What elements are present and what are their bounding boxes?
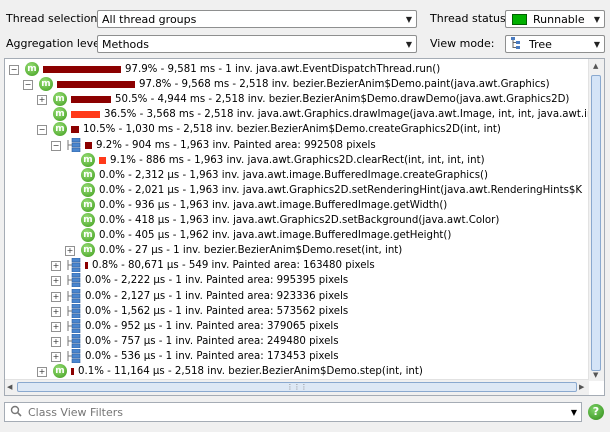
chevron-down-icon: ▼ (405, 14, 413, 24)
tree-row-text: 0.0% - 536 µs - 1 inv. Painted area: 173… (85, 350, 339, 362)
telemetry-node-icon (67, 318, 81, 333)
scroll-right-icon[interactable]: ▶ (579, 383, 584, 391)
method-icon: m (81, 182, 95, 197)
tree-row-text: 0.0% - 936 µs - 1,963 inv. java.awt.imag… (99, 199, 448, 211)
telemetry-node-icon (67, 303, 81, 318)
tree-view-icon (511, 36, 523, 52)
method-icon: m (53, 92, 67, 107)
method-icon: m (39, 77, 53, 92)
scroll-left-icon[interactable]: ◀ (7, 383, 12, 391)
call-tree[interactable]: − m 97.9% - 9,581 ms - 1 inv. java.awt.Eve… (4, 58, 605, 396)
collapse-icon[interactable]: − (23, 80, 33, 91)
tree-row-text: 0.0% - 405 µs - 1,962 inv. java.awt.imag… (99, 230, 452, 242)
tree-row-text: 97.9% - 9,581 ms - 1 inv. java.awt.Event… (125, 64, 441, 75)
time-percent-bar (71, 96, 111, 104)
method-icon: m (81, 152, 95, 167)
method-icon: m (53, 122, 67, 137)
view-mode-value: Tree (529, 37, 552, 51)
vertical-scroll-thumb[interactable] (591, 75, 601, 371)
tree-row-text: 9.1% - 886 ms - 1,963 inv. java.awt.Grap… (110, 154, 485, 166)
expand-icon[interactable]: + (37, 95, 47, 106)
tree-row-text: 10.5% - 1,030 ms - 2,518 inv. bezier.Bez… (83, 124, 501, 136)
aggregation-level-label: Aggregation level: (6, 37, 107, 50)
time-percent-bar (71, 111, 100, 119)
search-icon (10, 405, 22, 420)
tree-row-text: 0.0% - 27 µs - 1 inv. bezier.BezierAnim$… (99, 245, 403, 257)
expand-icon[interactable]: + (51, 276, 61, 287)
method-icon: m (81, 228, 95, 243)
thread-selection-value: All thread groups (102, 12, 197, 26)
method-icon: m (81, 213, 95, 227)
tree-row-text: 0.0% - 2,312 µs - 1,963 inv. java.awt.im… (99, 169, 488, 181)
tree-row-text: 0.0% - 2,127 µs - 1 inv. Painted area: 9… (85, 290, 349, 302)
telemetry-node-icon (67, 257, 81, 273)
expand-icon[interactable]: + (51, 306, 61, 317)
method-icon: m (81, 243, 95, 258)
tree-row-text: 50.5% - 4,944 ms - 2,518 inv. bezier.Bez… (115, 94, 570, 106)
tree-row-text: 97.8% - 9,568 ms - 2,518 inv. bezier.Bez… (139, 79, 550, 91)
telemetry-node-icon (67, 137, 81, 152)
tree-row-text: 0.0% - 418 µs - 1,963 inv. java.awt.Grap… (99, 215, 500, 226)
expand-icon[interactable]: + (51, 291, 61, 302)
chevron-down-icon: ▼ (593, 39, 601, 49)
telemetry-node-icon (67, 348, 81, 364)
tree-row-text: 9.2% - 904 ms - 1,963 inv. Painted area:… (96, 139, 376, 151)
thread-selection-label: Thread selection: (6, 12, 102, 25)
expand-icon[interactable]: + (51, 261, 61, 272)
method-icon: m (53, 364, 67, 378)
method-icon: m (81, 167, 95, 182)
horizontal-scrollbar[interactable]: ◀ ⋮⋮⋮ ▶ (5, 379, 589, 395)
thread-status-label: Thread status: (430, 12, 510, 25)
time-percent-bar (85, 262, 88, 270)
time-percent-bar (71, 126, 79, 134)
tree-row-text: 0.0% - 2,222 µs - 1 inv. Painted area: 9… (85, 275, 349, 287)
collapse-icon[interactable]: − (37, 125, 47, 136)
view-mode-dropdown[interactable]: Tree ▼ (505, 35, 605, 53)
aggregation-level-value: Methods (102, 37, 149, 51)
expand-icon[interactable]: + (51, 351, 61, 362)
time-percent-bar (99, 156, 106, 164)
time-percent-bar (85, 141, 92, 149)
vertical-scrollbar[interactable]: ▲ ▼ (588, 59, 604, 381)
scroll-down-icon[interactable]: ▼ (593, 371, 598, 379)
expand-icon[interactable]: + (51, 321, 61, 332)
class-view-filter[interactable]: ▼ (4, 402, 582, 422)
tree-row-text: 0.8% - 80,671 µs - 549 inv. Painted area… (92, 260, 375, 272)
scroll-up-icon[interactable]: ▲ (593, 62, 598, 70)
telemetry-node-icon (67, 288, 81, 303)
chevron-down-icon[interactable]: ▼ (567, 408, 581, 417)
help-icon[interactable]: ? (588, 404, 604, 420)
time-percent-bar (71, 368, 74, 375)
tree-row-text: 0.0% - 2,021 µs - 1,963 inv. java.awt.Gr… (99, 184, 583, 196)
telemetry-node-icon (67, 273, 81, 288)
expand-icon[interactable]: + (37, 367, 47, 377)
tree-row-text: 0.0% - 1,562 µs - 1 inv. Painted area: 5… (85, 305, 349, 317)
chevron-down-icon: ▼ (405, 39, 413, 49)
tree-row-text: 0.1% - 11,164 µs - 2,518 inv. bezier.Bez… (78, 366, 423, 377)
time-percent-bar (43, 66, 121, 73)
tree-row-text: 0.0% - 952 µs - 1 inv. Painted area: 379… (85, 320, 339, 332)
thread-status-dropdown[interactable]: Runnable ▼ (505, 10, 605, 28)
expand-icon[interactable]: + (51, 336, 61, 347)
telemetry-node-icon (67, 333, 81, 349)
thread-selection-dropdown[interactable]: All thread groups ▼ (97, 10, 417, 28)
aggregation-level-dropdown[interactable]: Methods ▼ (97, 35, 417, 53)
horizontal-scroll-thumb[interactable]: ⋮⋮⋮ (17, 382, 577, 392)
filter-input[interactable] (26, 404, 567, 420)
thread-status-value: Runnable (533, 12, 585, 26)
time-percent-bar (57, 81, 135, 89)
method-icon: m (53, 107, 67, 122)
collapse-icon[interactable]: − (51, 140, 61, 151)
expand-icon[interactable]: + (65, 246, 75, 257)
tree-row-text: 0.0% - 757 µs - 1 inv. Painted area: 249… (85, 335, 339, 347)
tree-row-text: 36.5% - 3,568 ms - 2,518 inv. java.awt.G… (104, 109, 605, 121)
chevron-down-icon: ▼ (593, 14, 601, 24)
runnable-status-icon (512, 13, 527, 25)
view-mode-label: View mode: (430, 37, 495, 50)
collapse-icon[interactable]: − (9, 65, 19, 75)
method-icon: m (81, 197, 95, 212)
method-icon: m (25, 62, 39, 76)
